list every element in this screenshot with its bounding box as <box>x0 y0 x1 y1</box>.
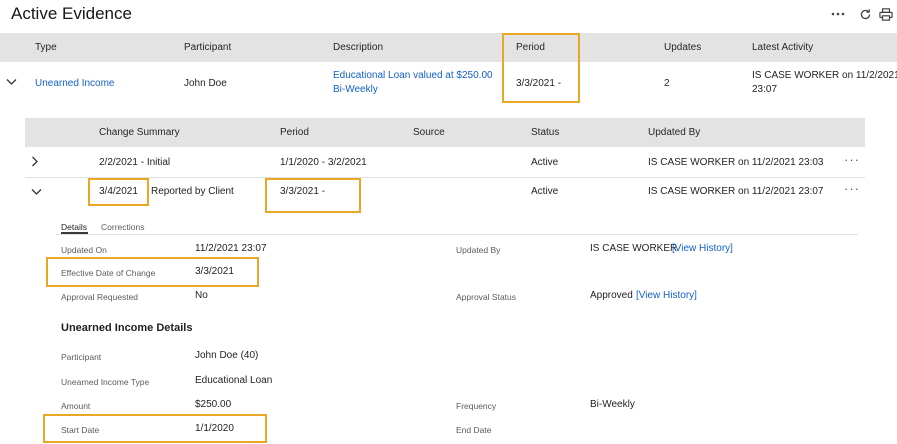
approval-status-label: Approval Status <box>456 292 517 302</box>
column-header-latest-activity[interactable]: Latest Activity <box>752 42 813 53</box>
tab-corrections[interactable]: Corrections <box>101 222 144 232</box>
participant-label: Participant <box>61 352 102 362</box>
highlight-box <box>88 178 149 206</box>
chevron-down-icon[interactable] <box>31 188 42 196</box>
description-link-frequency[interactable]: Bi-Weekly <box>333 84 378 95</box>
section-title: Unearned Income Details <box>61 322 193 334</box>
column-header-updated-by[interactable]: Updated By <box>648 127 700 138</box>
approval-history-link[interactable]: [View History] <box>636 290 697 301</box>
row-actions-icon[interactable]: ··· <box>844 181 860 196</box>
change-status-cell: Active <box>531 186 559 197</box>
printer-icon[interactable] <box>877 5 895 23</box>
latest-activity-cell: IS CASE WORKER on 11/2/2021 <box>752 70 897 81</box>
page-title: Active Evidence <box>11 4 132 23</box>
change-updated-by-cell: IS CASE WORKER on 11/2/2021 23:07 <box>648 186 824 197</box>
updated-on-value: 11/2/2021 23:07 <box>195 243 267 254</box>
income-type-value: Educational Loan <box>195 375 273 386</box>
updated-by-history-link[interactable]: [View History] <box>672 243 733 254</box>
frequency-value: Bi-Weekly <box>590 399 635 410</box>
column-header-description[interactable]: Description <box>333 42 383 53</box>
refresh-icon[interactable] <box>856 5 874 23</box>
end-date-label: End Date <box>456 425 492 435</box>
change-status-cell: Active <box>531 157 559 168</box>
column-header-sub-period[interactable]: Period <box>280 127 309 138</box>
participant-cell: John Doe <box>184 78 227 89</box>
column-header-change-summary[interactable]: Change Summary <box>99 127 180 138</box>
updated-by-label: Updated By <box>456 245 501 255</box>
row-divider <box>25 177 865 178</box>
column-header-updates[interactable]: Updates <box>664 42 701 53</box>
frequency-label: Frequency <box>456 401 497 411</box>
more-horizontal-icon[interactable] <box>829 5 847 23</box>
highlight-box <box>502 33 580 103</box>
participant-value: John Doe (40) <box>195 350 259 361</box>
change-note-cell: Reported by Client <box>151 186 234 197</box>
change-summary-cell: 2/2/2021 - Initial <box>99 157 171 168</box>
chevron-right-icon[interactable] <box>31 156 39 167</box>
amount-label: Amount <box>61 401 91 411</box>
approval-status-value: Approved <box>590 290 633 301</box>
chevron-down-icon[interactable] <box>6 78 17 86</box>
change-period-cell: 1/1/2020 - 3/2/2021 <box>280 157 367 168</box>
column-header-status[interactable]: Status <box>531 127 559 138</box>
updated-by-value: IS CASE WORKER <box>590 243 678 254</box>
amount-value: $250.00 <box>195 399 232 410</box>
description-link[interactable]: Educational Loan valued at $250.00 <box>333 70 493 81</box>
updated-on-label: Updated On <box>61 245 107 255</box>
approval-requested-value: No <box>195 290 208 301</box>
highlight-box <box>46 257 259 287</box>
approval-requested-label: Approval Requested <box>61 292 139 302</box>
income-type-label: Unearned Income Type <box>61 377 150 387</box>
tab-details[interactable]: Details <box>61 222 87 232</box>
column-header-type[interactable]: Type <box>35 42 57 53</box>
column-header-participant[interactable]: Participant <box>184 42 231 53</box>
evidence-type-link[interactable]: Unearned Income <box>35 78 115 89</box>
column-header-source[interactable]: Source <box>413 127 445 138</box>
highlight-box <box>265 178 361 213</box>
change-updated-by-cell: IS CASE WORKER on 11/2/2021 23:03 <box>648 157 824 168</box>
tab-divider <box>56 234 858 235</box>
highlight-box <box>43 414 267 443</box>
updates-cell: 2 <box>664 78 670 89</box>
latest-activity-time: 23:07 <box>752 84 778 95</box>
row-actions-icon[interactable]: ··· <box>844 152 860 167</box>
